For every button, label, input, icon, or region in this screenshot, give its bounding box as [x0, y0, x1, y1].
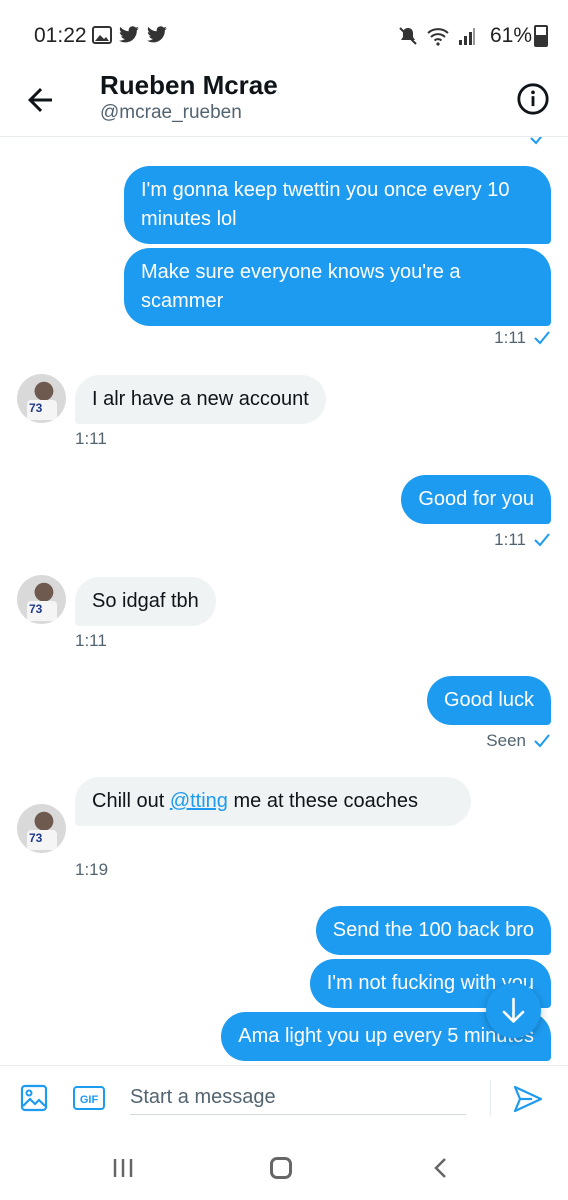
message-text: me at these coaches	[227, 790, 419, 812]
status-time: 01:22	[34, 24, 87, 47]
contact-avatar[interactable]: 73	[17, 575, 66, 624]
message-bubble-incoming[interactable]: I alr have a new account	[75, 375, 326, 424]
avatar-jersey-number: 73	[29, 401, 43, 415]
message-bubble-incoming[interactable]: Chill out @tting me at these coaches	[75, 777, 471, 826]
signal-icon	[459, 28, 475, 45]
message-meta: 1:11	[494, 530, 550, 550]
message-time: 1:11	[75, 631, 107, 650]
battery-indicator: 61%	[490, 24, 548, 48]
avatar-jersey-number: 73	[29, 831, 43, 845]
message-composer: GIF	[0, 1065, 568, 1128]
message-bubble-incoming[interactable]: So idgaf tbh	[75, 577, 216, 626]
home-icon[interactable]	[270, 1157, 292, 1179]
send-icon[interactable]	[512, 1084, 544, 1114]
image-attach-icon[interactable]	[20, 1084, 48, 1112]
message-input[interactable]	[130, 1080, 466, 1115]
mention-link[interactable]: @tting	[170, 790, 228, 812]
contact-handle[interactable]: @mcrae_rueben	[100, 102, 242, 124]
scroll-to-bottom-button[interactable]	[486, 983, 541, 1038]
twitter-notification-icon-2	[147, 26, 167, 43]
avatar-jersey-number: 73	[29, 602, 43, 616]
info-icon[interactable]	[516, 82, 550, 116]
message-meta: 1:11	[494, 328, 550, 348]
message-bubble-outgoing[interactable]: I'm gonna keep twettin you once every 10…	[124, 166, 551, 244]
message-seen-status: Seen	[486, 731, 526, 750]
arrow-down-icon	[502, 997, 525, 1023]
contact-avatar[interactable]: 73	[17, 374, 66, 423]
message-meta: Seen	[486, 731, 550, 751]
mute-icon	[399, 27, 417, 45]
message-bubble-outgoing[interactable]: Send the 100 back bro	[315, 906, 551, 955]
message-time: 1:11	[75, 429, 107, 448]
battery-percent: 61%	[489, 24, 532, 47]
status-bar: 01:22 61%	[0, 0, 568, 70]
message-time: 1:11	[494, 530, 526, 549]
battery-icon	[534, 25, 548, 48]
message-bubble-outgoing[interactable]: Good for you	[401, 475, 551, 524]
back-arrow-icon[interactable]	[22, 82, 58, 118]
wifi-icon	[427, 28, 449, 46]
read-check-icon	[530, 137, 543, 145]
message-time: 1:11	[494, 328, 526, 347]
read-check-icon	[534, 331, 550, 345]
conversation-header: Rueben Mcrae @mcrae_rueben	[0, 66, 568, 137]
system-icons	[398, 26, 476, 46]
message-bubble-outgoing[interactable]: Good luck	[426, 676, 551, 725]
message-text: Chill out	[92, 790, 170, 812]
message-list[interactable]: I'm gonna keep twettin you once every 10…	[0, 137, 568, 1065]
image-notification-icon	[92, 26, 112, 44]
nav-back-icon[interactable]	[432, 1157, 448, 1179]
twitter-notification-icon	[119, 26, 139, 43]
system-nav-bar	[0, 1127, 568, 1200]
gif-button[interactable]: GIF	[73, 1086, 105, 1110]
message-time: 1:19	[75, 860, 109, 879]
notification-icons	[92, 26, 168, 44]
read-check-icon	[534, 734, 550, 748]
read-check-icon	[534, 533, 550, 547]
composer-divider	[490, 1080, 491, 1116]
contact-name[interactable]: Rueben Mcrae	[100, 70, 278, 101]
contact-avatar[interactable]: 73	[17, 804, 66, 853]
recents-icon[interactable]	[112, 1157, 134, 1179]
message-bubble-outgoing[interactable]: Make sure everyone knows you're a scamme…	[124, 248, 551, 326]
